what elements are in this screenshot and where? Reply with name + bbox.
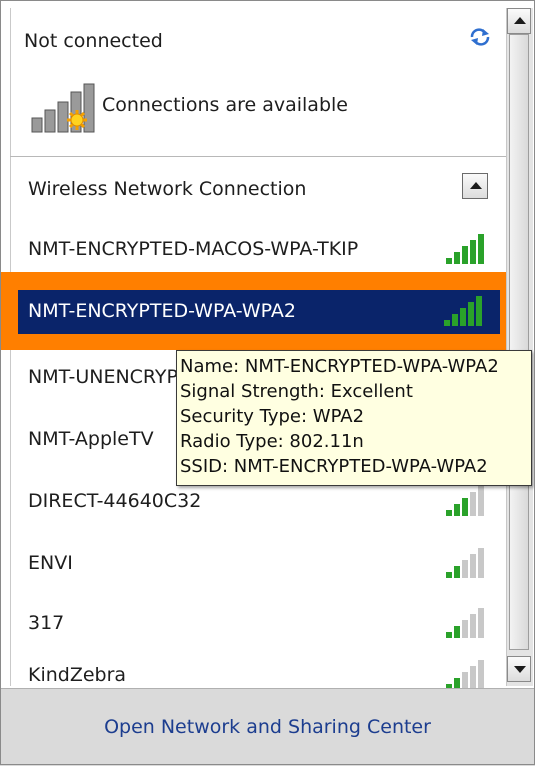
network-name: 317 <box>28 612 65 634</box>
scrollbar-thumb[interactable] <box>509 34 529 650</box>
availability-text: Connections are available <box>102 94 348 116</box>
network-item[interactable]: ENVI <box>10 540 506 584</box>
signal-bar <box>468 302 474 326</box>
signal-icon <box>446 234 484 264</box>
divider <box>10 156 506 157</box>
signal-bar <box>470 492 476 516</box>
network-tooltip: Name: NMT-ENCRYPTED-WPA-WPA2 Signal Stre… <box>176 350 532 486</box>
signal-bar <box>460 308 466 326</box>
signal-bar <box>476 296 482 326</box>
network-name: KindZebra <box>28 664 127 686</box>
signal-bar <box>454 504 460 516</box>
signal-bar <box>478 234 484 264</box>
signal-icon <box>446 548 484 578</box>
signal-bar <box>478 608 484 638</box>
tooltip-signal: Signal Strength: Excellent <box>180 381 413 402</box>
signal-bar <box>446 510 452 516</box>
signal-icon <box>444 296 482 326</box>
tooltip-security: Security Type: WPA2 <box>180 406 365 427</box>
signal-bar <box>446 572 452 578</box>
network-item[interactable]: 317 <box>10 600 506 644</box>
signal-icon <box>446 486 484 516</box>
network-item[interactable]: NMT-ENCRYPTED-MACOS-WPA-TKIP <box>10 226 506 270</box>
signal-bar <box>444 320 450 326</box>
signal-bar <box>470 666 476 690</box>
signal-bar <box>478 660 484 690</box>
signal-bar <box>462 246 468 264</box>
network-name: NMT-ENCRYPTED-WPA-WPA2 <box>28 300 296 322</box>
tooltip-name: Name: NMT-ENCRYPTED-WPA-WPA2 <box>180 356 499 377</box>
signal-bar <box>452 314 458 326</box>
tooltip-radio: Radio Type: 802.11n <box>180 431 364 452</box>
signal-bar <box>446 258 452 264</box>
signal-bar <box>470 240 476 264</box>
tooltip-ssid: SSID: NMT-ENCRYPTED-WPA-WPA2 <box>180 456 488 477</box>
network-flyout: Not connected Connections are available … <box>0 0 535 766</box>
signal-bar <box>454 566 460 578</box>
signal-bar <box>462 560 468 578</box>
signal-bar <box>470 614 476 638</box>
section-title: Wireless Network Connection <box>28 178 307 200</box>
chevron-up-icon[interactable] <box>462 173 488 199</box>
signal-bar <box>478 548 484 578</box>
network-name: NMT-ENCRYPTED-MACOS-WPA-TKIP <box>28 238 359 260</box>
scroll-down-button[interactable] <box>507 656 531 682</box>
network-name: ENVI <box>28 552 73 574</box>
signal-bar <box>462 620 468 638</box>
signal-bar <box>446 632 452 638</box>
signal-bar <box>454 252 460 264</box>
open-network-sharing-center-link[interactable]: Open Network and Sharing Center <box>0 716 535 738</box>
signal-icon <box>446 608 484 638</box>
network-name: DIRECT-44640C32 <box>28 490 202 512</box>
connection-status: Not connected <box>24 30 163 52</box>
network-name: NMT-AppleTV <box>28 428 154 450</box>
signal-warning-icon <box>31 83 95 133</box>
signal-icon <box>446 660 484 690</box>
signal-bar <box>478 486 484 516</box>
scroll-up-button[interactable] <box>507 8 531 34</box>
signal-bar <box>454 626 460 638</box>
refresh-icon[interactable] <box>468 26 492 48</box>
signal-bar <box>470 554 476 578</box>
signal-bar <box>462 498 468 516</box>
